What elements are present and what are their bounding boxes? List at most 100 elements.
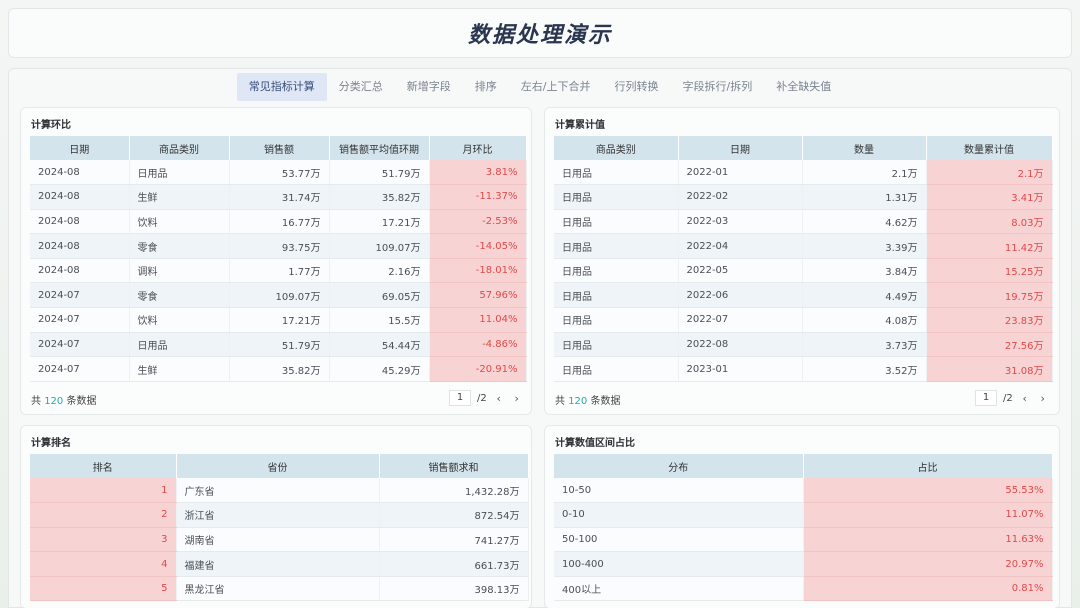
table-cell: 31.08万 (926, 356, 1053, 382)
table-row[interactable]: 日用品 2022-05 3.84万 15.25万 (554, 258, 1053, 284)
panel-title: 计算排名 (31, 438, 71, 449)
table-cell: 1,432.28万 (379, 478, 529, 504)
table-cell: 11.04% (429, 307, 527, 333)
table-row[interactable]: 2024-08 日用品 53.77万 51.79万 3.81% (30, 160, 527, 186)
panel-title: 计算数值区间占比 (555, 438, 635, 449)
tab-bar: 常见指标计算 分类汇总 新增字段 排序 左右/上下合并 行列转换 字段拆行/拆列… (9, 73, 1071, 101)
row-count: 共 120 条数据 (31, 396, 97, 407)
table-cell: 2022-08 (678, 332, 803, 358)
table-cell: 生鲜 (129, 184, 230, 210)
tab-merge[interactable]: 左右/上下合并 (509, 73, 603, 101)
table-row[interactable]: 10-50 55.53% (554, 478, 1053, 504)
table-cell: 2.1万 (802, 160, 927, 186)
table-row[interactable]: 2024-08 饮料 16.77万 17.21万 -2.53% (30, 209, 527, 235)
table-row[interactable]: 日用品 2023-01 3.52万 31.08万 (554, 356, 1053, 382)
table-cell: 0.81% (803, 576, 1053, 602)
panel-cumulative: 计算累计值 商品类别 日期 数量 数量累计值 日用品 2022-01 2.1万 2.1… (544, 107, 1060, 415)
table-cell: 3.39万 (802, 233, 927, 259)
chevron-left-icon[interactable]: ‹ (493, 392, 505, 405)
table-row[interactable]: 1 广东省 1,432.28万 (30, 478, 529, 504)
table-row[interactable]: 400以上 0.81% (554, 576, 1053, 602)
table-cell: 11.42万 (926, 233, 1053, 259)
table-cell: 3.84万 (802, 258, 927, 284)
chevron-right-icon[interactable]: › (1037, 392, 1049, 405)
table-cell: 100-400 (554, 551, 804, 577)
table-cell: 2023-01 (678, 356, 803, 382)
table-cell: 11.07% (803, 502, 1053, 528)
table-row[interactable]: 日用品 2022-06 4.49万 19.75万 (554, 282, 1053, 309)
table-row[interactable]: 2024-07 日用品 51.79万 54.44万 -4.86% (30, 332, 527, 358)
table-cell: -11.37% (429, 184, 527, 210)
table-cell: 8.03万 (926, 209, 1053, 235)
table-row[interactable]: 100-400 20.97% (554, 551, 1053, 577)
table-row[interactable]: 日用品 2022-03 4.62万 8.03万 (554, 209, 1053, 235)
tab-new-field[interactable]: 新增字段 (395, 73, 463, 101)
table-cell: 日用品 (554, 160, 679, 186)
table-cell: -2.53% (429, 209, 527, 235)
table-cell: 35.82万 (229, 356, 330, 382)
tab-group-summary[interactable]: 分类汇总 (327, 73, 395, 101)
table-cell: 零食 (129, 282, 230, 309)
col-header[interactable]: 占比 (803, 454, 1053, 478)
tab-split-field[interactable]: 字段拆行/拆列 (671, 73, 765, 101)
table-cell: 400以上 (554, 576, 804, 602)
col-header[interactable]: 销售额 (229, 136, 330, 160)
page-input[interactable]: 1 (449, 390, 471, 406)
panel-ranking: 计算排名 排名 省份 销售额求和 1 广东省 1,432.28万 2 浙江省 872.54… (20, 425, 532, 608)
table-cell: 27.56万 (926, 332, 1053, 358)
table-row[interactable]: 5 黑龙江省 398.13万 (30, 576, 529, 602)
table-cell: 69.05万 (329, 282, 430, 309)
table-row[interactable]: 日用品 2022-01 2.1万 2.1万 (554, 160, 1053, 186)
table-row[interactable]: 0-10 11.07% (554, 502, 1053, 528)
col-header[interactable]: 日期 (30, 136, 130, 160)
table-row[interactable]: 3 湖南省 741.27万 (30, 527, 529, 553)
chevron-left-icon[interactable]: ‹ (1019, 392, 1031, 405)
tab-pivot[interactable]: 行列转换 (603, 73, 671, 101)
table-cell: 11.63% (803, 527, 1053, 553)
table-cell: 93.75万 (229, 233, 330, 259)
table-cell: 1 (30, 478, 177, 504)
col-header[interactable]: 销售额平均值环期 (329, 136, 430, 160)
chevron-right-icon[interactable]: › (511, 392, 523, 405)
table-row[interactable]: 日用品 2022-02 1.31万 3.41万 (554, 184, 1053, 210)
table-cell: 4 (30, 551, 177, 577)
table-cell: 17.21万 (329, 209, 430, 235)
main-card: 常见指标计算 分类汇总 新增字段 排序 左右/上下合并 行列转换 字段拆行/拆列… (8, 68, 1072, 608)
table-row[interactable]: 2 浙江省 872.54万 (30, 502, 529, 528)
table-row[interactable]: 2024-07 饮料 17.21万 15.5万 11.04% (30, 307, 527, 333)
table-cell: 10-50 (554, 478, 804, 504)
col-header[interactable]: 分布 (554, 454, 804, 478)
col-header[interactable]: 数量 (802, 136, 927, 160)
table-row[interactable]: 2024-08 零食 93.75万 109.07万 -14.05% (30, 233, 527, 259)
tab-fill-missing[interactable]: 补全缺失值 (764, 73, 843, 101)
table-row[interactable]: 日用品 2022-07 4.08万 23.83万 (554, 307, 1053, 333)
table-row[interactable]: 日用品 2022-08 3.73万 27.56万 (554, 332, 1053, 358)
table-row[interactable]: 50-100 11.63% (554, 527, 1053, 553)
page-input[interactable]: 1 (975, 390, 997, 406)
col-header[interactable]: 排名 (30, 454, 177, 478)
table-cell: 浙江省 (176, 502, 380, 528)
col-header[interactable]: 商品类别 (129, 136, 230, 160)
tab-common-metrics[interactable]: 常见指标计算 (236, 73, 327, 101)
table-cell: 5 (30, 576, 177, 602)
table-cell: 31.74万 (229, 184, 330, 210)
table-cell: 2022-02 (678, 184, 803, 210)
table-row[interactable]: 日用品 2022-04 3.39万 11.42万 (554, 233, 1053, 259)
table-row[interactable]: 2024-08 生鲜 31.74万 35.82万 -11.37% (30, 184, 527, 210)
col-header[interactable]: 日期 (678, 136, 803, 160)
table-cell: 55.53% (803, 478, 1053, 504)
table-row[interactable]: 2024-07 生鲜 35.82万 45.29万 -20.91% (30, 356, 527, 382)
col-header[interactable]: 商品类别 (554, 136, 679, 160)
table-cell: 3.73万 (802, 332, 927, 358)
col-header[interactable]: 月环比 (429, 136, 527, 160)
table-cell: 4.49万 (802, 282, 927, 309)
table-cell: 0-10 (554, 502, 804, 528)
col-header[interactable]: 数量累计值 (926, 136, 1053, 160)
col-header[interactable]: 销售额求和 (379, 454, 529, 478)
table-row[interactable]: 4 福建省 661.73万 (30, 551, 529, 577)
table-cell: 398.13万 (379, 576, 529, 602)
table-row[interactable]: 2024-07 零食 109.07万 69.05万 57.96% (30, 282, 527, 309)
table-row[interactable]: 2024-08 调料 1.77万 2.16万 -18.01% (30, 258, 527, 284)
tab-sort[interactable]: 排序 (463, 73, 509, 101)
col-header[interactable]: 省份 (176, 454, 380, 478)
